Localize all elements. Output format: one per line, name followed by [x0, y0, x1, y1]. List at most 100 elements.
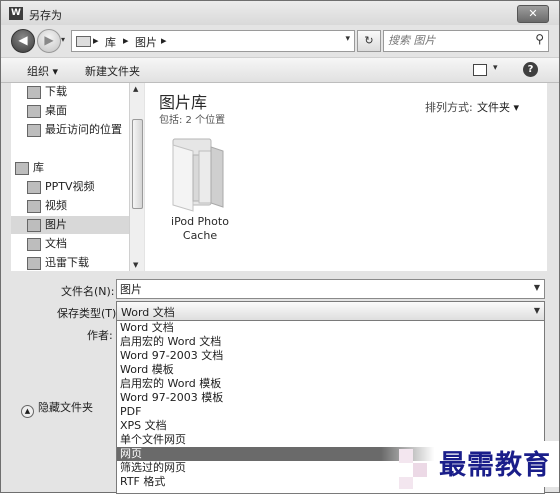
view-options-icon[interactable] [473, 64, 487, 76]
option-label: XPS 文档 [120, 419, 167, 432]
author-label: 作者: [87, 329, 113, 342]
sidebar-scrollbar[interactable]: ▲ ▼ [129, 83, 144, 271]
toolbar: 组织 ▾ 新建文件夹 ▾ ? [1, 57, 559, 83]
sidebar-item-label: 桌面 [45, 104, 67, 117]
sidebar-item-label: 库 [33, 161, 44, 174]
scroll-thumb[interactable] [132, 119, 143, 209]
filename-label: 文件名(N): [61, 285, 115, 298]
sidebar-item-pptv-video[interactable]: PPTV视频 [11, 178, 129, 196]
pictures-icon [27, 219, 41, 232]
filetype-label: 保存类型(T): [57, 307, 121, 320]
sidebar-item-label: 最近访问的位置 [45, 123, 122, 136]
sidebar-item-label: 下载 [45, 85, 67, 98]
breadcrumb-separator: ▸ [161, 34, 167, 47]
save-as-dialog: W 另存为 ✕ ◀ ▶ ▾ ▸ 库 ▸ 图片 ▸ ▾ ↻ ⚲ 组织 ▾ 新建文件… [0, 0, 560, 494]
close-button[interactable]: ✕ [517, 5, 549, 23]
option-label: Word 97-2003 文档 [120, 349, 224, 362]
watermark-decoration [413, 463, 427, 477]
sidebar-item-label: 文档 [45, 237, 67, 250]
scroll-up-icon[interactable]: ▲ [133, 85, 138, 93]
search-input[interactable] [388, 33, 518, 48]
sidebar-item-videos[interactable]: 视频 [11, 197, 129, 215]
library-title: 图片库 [159, 93, 208, 112]
filetype-option[interactable]: 启用宏的 Word 模板 [117, 377, 544, 391]
video-library-icon [27, 181, 41, 194]
address-bar[interactable]: ▸ 库 ▸ 图片 ▸ ▾ [71, 30, 355, 52]
scroll-down-icon[interactable]: ▼ [133, 261, 138, 269]
option-label: 启用宏的 Word 模板 [120, 377, 222, 390]
folder-name-line: Cache [182, 229, 218, 242]
sidebar-item-libraries[interactable]: 库 [11, 159, 129, 177]
filetype-option[interactable]: XPS 文档 [117, 419, 544, 433]
chevron-down-icon[interactable]: ▼ [534, 283, 540, 292]
option-label: Word 97-2003 模板 [120, 391, 224, 404]
organize-button[interactable]: 组织 ▾ [27, 63, 58, 79]
folder-icon [76, 36, 91, 47]
documents-icon [27, 238, 41, 251]
option-label: Word 模板 [120, 363, 174, 376]
filetype-option[interactable]: Word 97-2003 模板 [117, 391, 544, 405]
sidebar-item-desktop[interactable]: 桌面 [11, 102, 129, 120]
sidebar-item-documents[interactable]: 文档 [11, 235, 129, 253]
breadcrumb-separator: ▸ [93, 34, 99, 47]
navigation-pane: 下载 桌面 最近访问的位置 库 PPTV视频 视频 图片 文档 迅雷下载 [11, 83, 129, 271]
hide-folders-button[interactable]: ▲ 隐藏文件夹 [21, 399, 93, 418]
chevron-up-icon: ▲ [21, 405, 34, 418]
title-bar: W 另存为 ✕ [1, 1, 559, 25]
filename-input[interactable] [120, 281, 520, 296]
folder-item[interactable]: iPod Photo Cache [165, 133, 235, 245]
download-icon [27, 257, 41, 270]
chevron-down-icon[interactable]: ▾ [345, 34, 350, 44]
folder-name: iPod Photo Cache [165, 215, 235, 243]
option-label: 筛选过的网页 [120, 461, 186, 474]
file-list-pane: 图片库 包括: 2 个位置 排列方式: 文件夹 ▾ iPod Photo Cac… [145, 83, 547, 271]
search-icon[interactable]: ⚲ [535, 32, 544, 46]
window-title: 另存为 [29, 9, 62, 22]
watermark-decoration [399, 449, 413, 463]
filetype-value: Word 文档 [121, 306, 175, 319]
help-icon[interactable]: ? [523, 62, 538, 77]
option-label: 网页 [120, 447, 142, 460]
video-icon [27, 200, 41, 213]
chevron-down-icon[interactable]: ▼ [534, 306, 540, 315]
watermark-decoration [399, 477, 413, 489]
library-subtitle: 包括: 2 个位置 [159, 115, 226, 126]
breadcrumb-pictures[interactable]: 图片 [135, 34, 157, 50]
sidebar-item-label: 图片 [45, 218, 67, 231]
breadcrumb-separator: ▸ [123, 34, 129, 47]
chevron-down-icon[interactable]: ▾ [493, 63, 498, 73]
filetype-select[interactable]: Word 文档 ▼ [116, 301, 545, 321]
library-icon [15, 162, 29, 175]
breadcrumb-library[interactable]: 库 [105, 34, 116, 50]
sidebar-item-recent-places[interactable]: 最近访问的位置 [11, 121, 129, 139]
option-label: PDF [120, 405, 142, 418]
refresh-button[interactable]: ↻ [357, 30, 381, 52]
address-row: ◀ ▶ ▾ ▸ 库 ▸ 图片 ▸ ▾ ↻ ⚲ [1, 27, 559, 55]
folder-name-line: iPod Photo [171, 215, 229, 228]
hide-folders-label: 隐藏文件夹 [38, 401, 93, 414]
folder-icon [172, 138, 224, 212]
word-app-icon: W [9, 7, 23, 20]
filetype-option[interactable]: 启用宏的 Word 文档 [117, 335, 544, 349]
filetype-option[interactable]: Word 97-2003 文档 [117, 349, 544, 363]
watermark-logo: 最需教育 [439, 450, 551, 481]
back-button[interactable]: ◀ [11, 29, 35, 53]
sidebar-item-label: PPTV视频 [45, 180, 95, 193]
download-folder-icon [27, 86, 41, 99]
new-folder-button[interactable]: 新建文件夹 [85, 63, 140, 79]
sidebar-item-label: 迅雷下载 [45, 256, 89, 269]
history-dropdown-icon[interactable]: ▾ [61, 35, 65, 44]
forward-button[interactable]: ▶ [37, 29, 61, 53]
filename-combobox[interactable]: ▼ [116, 279, 545, 299]
sidebar-item-label: 视频 [45, 199, 67, 212]
filetype-option[interactable]: Word 模板 [117, 363, 544, 377]
option-label: 单个文件网页 [120, 433, 186, 446]
arrange-by-dropdown[interactable]: 文件夹 ▾ [477, 99, 519, 115]
filetype-option[interactable]: PDF [117, 405, 544, 419]
desktop-icon [27, 105, 41, 118]
filetype-option[interactable]: Word 文档 [117, 321, 544, 335]
sidebar-item-downloads[interactable]: 下载 [11, 83, 129, 101]
sidebar-item-thunder-downloads[interactable]: 迅雷下载 [11, 254, 129, 271]
sidebar-item-pictures[interactable]: 图片 [11, 216, 129, 234]
search-box[interactable]: ⚲ [383, 30, 549, 52]
